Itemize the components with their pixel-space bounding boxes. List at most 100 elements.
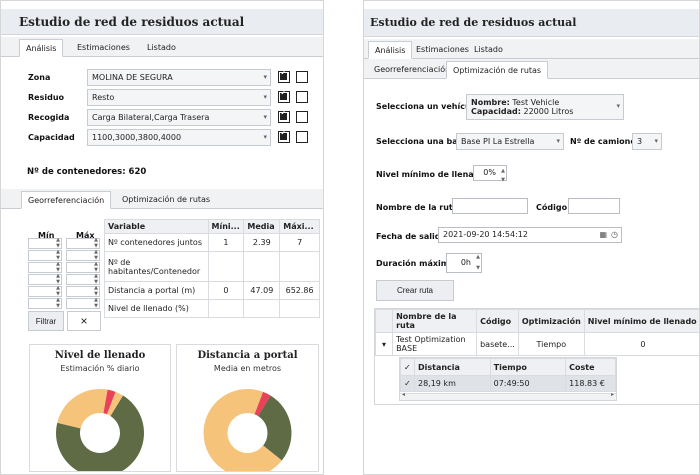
range-spinner-input[interactable]: ▲ ▼ [66, 237, 100, 249]
base-value: Base PI La Estrella [461, 137, 535, 146]
chart-card-distancia: Distancia a portal Media en metros [176, 344, 319, 472]
vehicle-select[interactable]: Nombre: Test Vehicle Capacidad: 22000 Li… [466, 94, 624, 120]
route-optimization-cell: Tiempo [517, 332, 585, 356]
chevron-down-icon: ▾ [556, 137, 560, 145]
variable-cell: Nº de habitantes/Contenedor [104, 251, 209, 282]
trucks-value: 3 [637, 137, 643, 146]
tab-georreferenciacion[interactable]: Georreferenciación [368, 61, 456, 79]
create-route-button[interactable]: Crear ruta [376, 280, 454, 301]
route-code-cell: basete... [476, 332, 519, 356]
filter-button[interactable]: Filtrar [28, 311, 64, 331]
spin-down-icon[interactable]: ▼ [476, 264, 480, 272]
table-row[interactable]: Distancia a portal (m) 0 47.09 652.86 [104, 281, 320, 300]
filter-checkbox-exclude[interactable] [296, 131, 308, 143]
range-spinner-input[interactable]: ▲ ▼ [28, 249, 62, 261]
chevron-down-icon: ▾ [654, 137, 658, 145]
tab-optimizacion-rutas[interactable]: Optimización de rutas [446, 61, 549, 79]
value-cell: 7 [279, 233, 320, 252]
panel-title: Estudio de red de residuos actual [1, 9, 323, 35]
row-check-icon[interactable]: ✓ [400, 375, 415, 392]
max-duration-spinner[interactable]: 0h ▲ ▼ [446, 253, 482, 273]
departure-date-input[interactable]: 2021-09-20 14:54:12 ▦ ◷ [438, 227, 622, 243]
range-spinner-input[interactable]: ▲ ▼ [66, 297, 100, 309]
col-code: Código [476, 309, 519, 333]
variable-cell: Nº contenedores juntos [104, 233, 209, 252]
route-detail-table: ✓ Distancia Tiempo Coste ✓ 28,19 km 07:4… [400, 358, 616, 392]
route-name-input[interactable] [452, 198, 528, 214]
range-spinner-input[interactable]: ▲ ▼ [28, 273, 62, 285]
value-cell [207, 251, 245, 282]
col-distance: Distancia [413, 358, 491, 376]
range-spinner-input[interactable]: ▲ ▼ [28, 297, 62, 309]
range-spinner-input[interactable]: ▲ ▼ [66, 261, 100, 273]
range-spinner-input[interactable]: ▲ ▼ [28, 261, 62, 273]
filter-checkbox-include[interactable] [278, 88, 290, 103]
value-cell: 652.86 [279, 281, 320, 300]
donut-slice[interactable] [57, 389, 108, 429]
filter-select[interactable]: Carga Bilateral,Carga Trasera ▾ [87, 109, 271, 126]
scroll-right-icon[interactable]: ▸ [611, 391, 614, 398]
tab-georreferenciacion[interactable]: Georreferenciación [21, 191, 112, 209]
vehicle-capacity-label: Capacidad: [471, 107, 521, 116]
tab-analisis[interactable]: Análisis [19, 39, 64, 57]
clear-filter-close-icon[interactable]: × [67, 311, 101, 331]
departure-date-label: Fecha de salida [376, 232, 446, 241]
horizontal-scrollbar[interactable]: ◂ ▸ [400, 391, 616, 400]
tab-estimaciones[interactable]: Estimaciones [71, 39, 136, 57]
table-row[interactable]: ▾ Test Optimization BASE basete... Tiemp… [374, 332, 699, 356]
variable-cell: Nivel de llenado (%) [104, 299, 209, 318]
trucks-select[interactable]: 3 ▾ [632, 133, 662, 150]
range-spinner-input[interactable]: ▲ ▼ [66, 285, 100, 297]
range-spinner-input[interactable]: ▲ ▼ [66, 273, 100, 285]
variable-cell: Distancia a portal (m) [104, 281, 209, 300]
spin-up-icon[interactable]: ▲ [476, 253, 480, 261]
sub-tabbar: Georreferenciación Optimización de rutas [1, 189, 323, 209]
table-row[interactable]: Nº de habitantes/Contenedor [104, 251, 320, 282]
donut-chart-distancia [203, 389, 292, 471]
filter-checkbox-exclude[interactable] [296, 91, 308, 103]
filter-checkbox-include[interactable] [278, 128, 290, 143]
route-name-cell: Test Optimization BASE [392, 332, 478, 356]
routes-grid: Nombre de la ruta Código Optimización Ni… [374, 308, 699, 405]
tab-listado[interactable]: Listado [468, 41, 509, 59]
tab-listado[interactable]: Listado [141, 39, 182, 57]
table-row[interactable]: ✓ 28,19 km 07:49:50 118.83 € [400, 375, 616, 392]
col-optimization: Optimización [517, 309, 585, 333]
clock-icon[interactable]: ◷ [611, 228, 618, 242]
base-select[interactable]: Base PI La Estrella ▾ [456, 133, 564, 150]
variables-table: Variable Míni... Media Máxi... Nº conten… [104, 219, 320, 318]
fill-level-spinner[interactable]: 0% ▲ ▼ [473, 165, 507, 183]
range-spinner-input[interactable]: ▲ ▼ [66, 249, 100, 261]
chart-card-llenado: Nivel de llenado Estimación % diario [29, 344, 171, 472]
filter-select[interactable]: MOLINA DE SEGURA ▾ [87, 69, 271, 86]
containers-count: Nº de contenedores: 620 [27, 167, 147, 177]
filter-select[interactable]: 1100,3000,3800,4000 ▾ [87, 129, 271, 146]
tab-analisis[interactable]: Análisis [368, 41, 413, 59]
spin-down-icon[interactable]: ▼ [94, 303, 98, 309]
value-cell [243, 299, 281, 318]
tab-optimizacion-rutas[interactable]: Optimización de rutas [116, 191, 216, 209]
spin-down-icon[interactable]: ▼ [56, 303, 60, 309]
vehicle-capacity: 22000 Litros [523, 107, 574, 116]
filter-checkbox-include[interactable] [278, 68, 290, 83]
filter-checkbox-exclude[interactable] [296, 71, 308, 83]
collapse-triangle-icon[interactable]: ▾ [374, 332, 394, 356]
filter-value: Carga Bilateral,Carga Trasera [92, 113, 210, 122]
routes-table: Nombre de la ruta Código Optimización Ni… [374, 309, 699, 356]
filter-checkbox-exclude[interactable] [296, 111, 308, 123]
range-spinner-input[interactable]: ▲ ▼ [28, 285, 62, 297]
calendar-icon[interactable]: ▦ [599, 228, 607, 242]
departure-date-value: 2021-09-20 14:54:12 [443, 230, 528, 239]
code-input[interactable] [568, 198, 620, 214]
col-route-name: Nombre de la ruta [392, 309, 478, 333]
table-row[interactable]: Nivel de llenado (%) [104, 299, 320, 318]
filter-checkbox-include[interactable] [278, 108, 290, 123]
range-spinner-input[interactable]: ▲ ▼ [28, 237, 62, 249]
spin-down-icon[interactable]: ▼ [501, 173, 505, 187]
filter-select[interactable]: Resto ▾ [87, 89, 271, 106]
tab-estimaciones[interactable]: Estimaciones [410, 41, 475, 59]
table-row[interactable]: Nº contenedores juntos 1 2.39 7 [104, 233, 320, 252]
sub-tabbar: Georreferenciación Optimización de rutas [364, 59, 699, 79]
chart-title: Nivel de llenado [54, 350, 146, 361]
scroll-left-icon[interactable]: ◂ [402, 391, 405, 398]
